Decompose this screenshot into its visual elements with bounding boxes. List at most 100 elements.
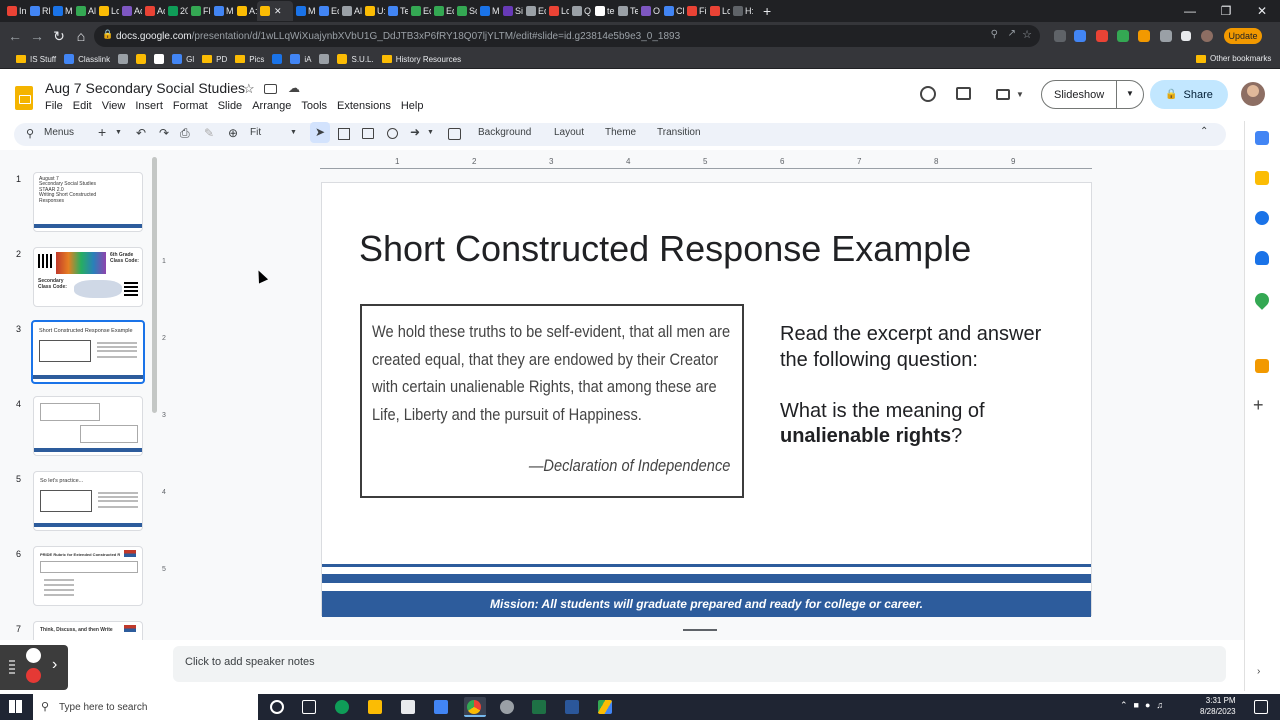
quote-image[interactable]: We hold these truths to be self-evident,… <box>360 304 744 498</box>
theme-button[interactable]: Theme <box>605 127 636 138</box>
comments-icon[interactable] <box>956 87 971 100</box>
browser-tab[interactable]: ✕ <box>257 1 293 21</box>
browser-tab[interactable]: RF <box>27 1 50 21</box>
drag-handle-icon[interactable] <box>9 660 15 674</box>
browser-tab[interactable]: Te <box>385 1 408 21</box>
zoom-icon[interactable]: ⚲ <box>991 29 998 40</box>
slide-thumbnail-5[interactable]: So let's practice... <box>33 471 143 531</box>
bookmark-item[interactable] <box>319 54 330 64</box>
browser-tab[interactable]: Lo <box>96 1 119 21</box>
browser-tab[interactable]: M <box>477 1 500 21</box>
browser-tab[interactable]: Te <box>615 1 638 21</box>
bookmark-item[interactable]: Classlink <box>64 54 110 64</box>
meet-icon[interactable] <box>996 89 1010 100</box>
menu-edit[interactable]: Edit <box>73 100 92 112</box>
slideshow-dropdown-icon[interactable]: ▼ <box>1126 89 1134 98</box>
browser-tab[interactable]: Ac <box>119 1 142 21</box>
mission-banner[interactable]: Mission: All students will graduate prep… <box>322 591 1091 617</box>
extension-icon[interactable] <box>1074 30 1086 42</box>
slide-thumbnail-4[interactable] <box>33 396 143 456</box>
bookmark-item[interactable]: PD <box>202 55 227 64</box>
menu-file[interactable]: File <box>45 100 63 112</box>
side-panel-icon[interactable] <box>1181 31 1191 41</box>
text-box-icon[interactable] <box>338 128 350 140</box>
bookmark-item[interactable]: iA <box>290 54 311 64</box>
zoom-select[interactable]: Fit <box>250 127 261 138</box>
meet-dropdown-icon[interactable]: ▼ <box>1016 90 1024 99</box>
search-icon[interactable]: ⚲ <box>26 127 34 140</box>
tasks-icon[interactable] <box>1255 211 1269 225</box>
browser-tab[interactable]: te <box>592 1 615 21</box>
browser-tab[interactable]: In <box>4 1 27 21</box>
prompt-text-box[interactable]: Read the excerpt and answer the followin… <box>780 322 1060 450</box>
browser-tab[interactable]: A: <box>234 1 257 21</box>
browser-tab[interactable]: 20 <box>165 1 188 21</box>
close-tab-icon[interactable]: ✕ <box>274 6 282 17</box>
select-cursor-icon[interactable]: ➤ <box>310 122 330 143</box>
new-slide-icon[interactable]: + <box>98 124 106 140</box>
search-menus-input[interactable]: Menus <box>44 127 74 138</box>
menu-tools[interactable]: Tools <box>301 100 327 112</box>
menu-insert[interactable]: Insert <box>135 100 163 112</box>
version-history-icon[interactable] <box>920 86 936 102</box>
slide-thumbnail-2[interactable]: 6th Grade Class Code: Secondary Class Co… <box>33 247 143 307</box>
browser-tab[interactable]: M <box>293 1 316 21</box>
taskbar-search-input[interactable]: ⚲ Type here to search <box>33 694 258 720</box>
windows-start-icon[interactable] <box>9 700 22 713</box>
browser-tab[interactable]: H: <box>730 1 753 21</box>
move-folder-icon[interactable] <box>264 84 277 94</box>
paint-format-icon[interactable]: ✎ <box>204 126 214 140</box>
browser-tab[interactable]: Fi <box>684 1 707 21</box>
app-icon[interactable] <box>500 700 514 714</box>
reload-icon[interactable]: ↻ <box>48 28 70 45</box>
contacts-icon[interactable] <box>1255 251 1269 265</box>
browser-tab[interactable]: Sc <box>454 1 477 21</box>
new-slide-dropdown-icon[interactable]: ▼ <box>115 129 122 136</box>
line-icon[interactable]: ➜ <box>410 125 420 139</box>
addon-icon[interactable] <box>1255 359 1269 373</box>
redo-icon[interactable]: ↷ <box>159 126 169 140</box>
bookmark-item[interactable]: IS Stuff <box>16 55 56 64</box>
profile-icon[interactable] <box>1201 30 1213 42</box>
store-icon[interactable] <box>401 700 415 714</box>
line-dropdown-icon[interactable]: ▼ <box>427 129 434 136</box>
slide[interactable]: Short Constructed Response Example We ho… <box>321 182 1092 617</box>
undo-icon[interactable]: ↶ <box>136 126 146 140</box>
browser-tab[interactable]: Si <box>500 1 523 21</box>
cortana-icon[interactable] <box>270 700 284 714</box>
back-icon[interactable]: ← <box>4 28 26 44</box>
avatar[interactable] <box>1241 82 1265 106</box>
menu-slide[interactable]: Slide <box>218 100 242 112</box>
browser-tab[interactable]: Fl <box>188 1 211 21</box>
edge-icon[interactable] <box>335 700 349 714</box>
stop-icon[interactable] <box>26 668 41 683</box>
restore-icon[interactable]: ❐ <box>1208 0 1244 22</box>
slideshow-button[interactable]: Slideshow ▼ <box>1041 80 1144 109</box>
update-button[interactable]: Update <box>1224 28 1262 44</box>
taskbar-clock[interactable]: 3:31 PM 8/28/2023 <box>1200 695 1236 717</box>
task-view-icon[interactable] <box>302 700 316 714</box>
slide-thumbnail-7[interactable]: Think, Discuss, and then Write <box>33 621 143 640</box>
mail-icon[interactable] <box>434 700 448 714</box>
browser-tab[interactable]: Lc <box>546 1 569 21</box>
extension-icon[interactable] <box>1138 30 1150 42</box>
new-tab-icon[interactable]: + <box>763 3 771 19</box>
browser-tab[interactable]: Ec <box>431 1 454 21</box>
browser-tab[interactable]: M <box>211 1 234 21</box>
share-button[interactable]: 🔒 Share <box>1150 80 1228 109</box>
close-window-icon[interactable]: ✕ <box>1244 0 1280 22</box>
google-drive-icon[interactable] <box>598 700 612 714</box>
extension-icon[interactable] <box>1054 30 1066 42</box>
browser-tab[interactable]: Ec <box>408 1 431 21</box>
notifications-icon[interactable] <box>1254 700 1268 714</box>
comment-add-icon[interactable] <box>448 128 461 140</box>
background-button[interactable]: Background <box>478 127 531 138</box>
slide-thumbnail-6[interactable]: PRIDE Rubric for Extended Constructed Re… <box>33 546 143 606</box>
bookmark-item[interactable] <box>136 54 147 64</box>
chrome-icon[interactable] <box>467 700 481 714</box>
share-page-icon[interactable]: ↗ <box>1008 28 1016 39</box>
document-title[interactable]: Aug 7 Secondary Social Studies <box>45 80 245 96</box>
filmstrip-scrollbar[interactable] <box>152 157 157 413</box>
word-icon[interactable] <box>565 700 579 714</box>
transition-button[interactable]: Transition <box>657 127 701 138</box>
